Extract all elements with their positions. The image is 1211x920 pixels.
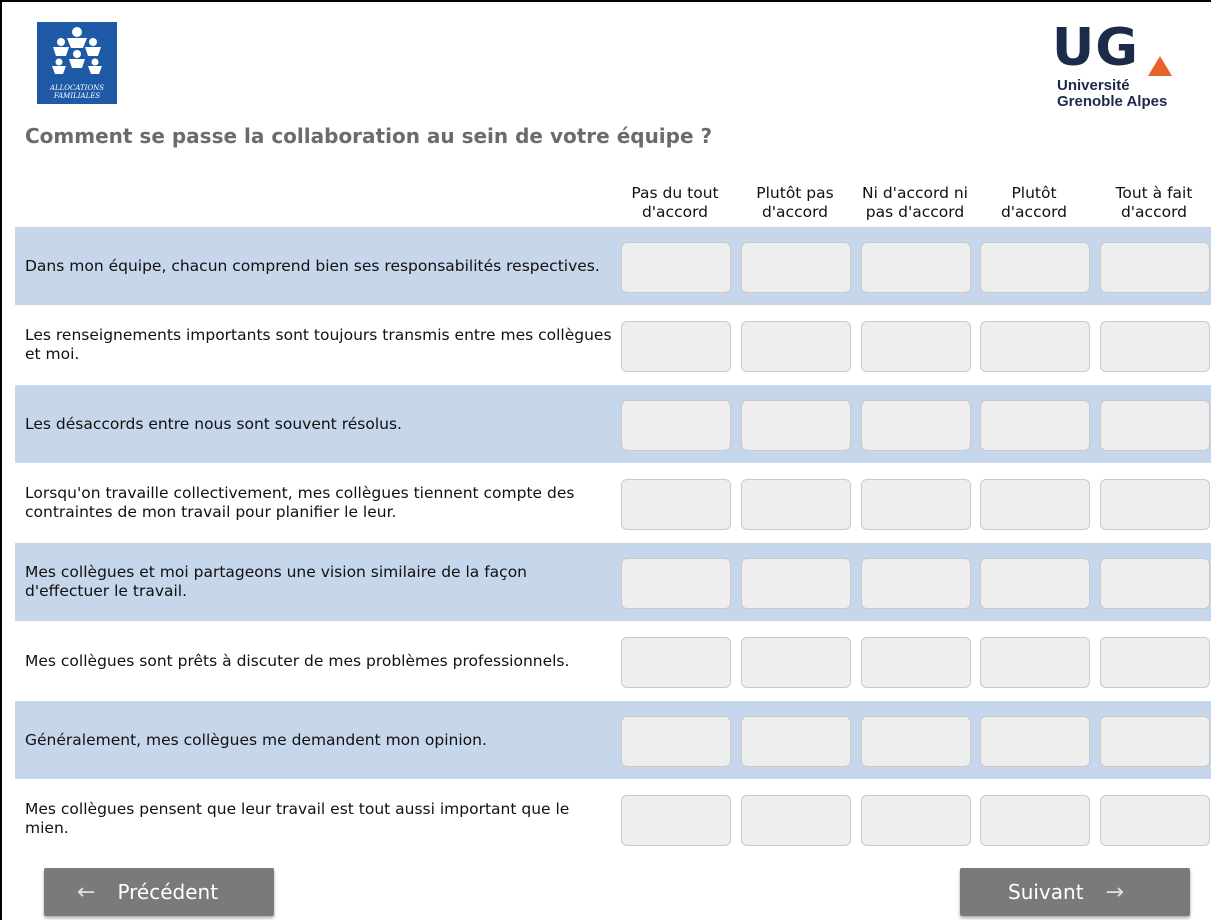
column-header-label: Plutôt pas d'accord [756,184,834,221]
choice-tout-a-fait-daccord[interactable] [1100,400,1210,451]
column-header: Pas du tout d'accord [620,160,730,222]
choice-plutot-pas-daccord[interactable] [741,637,851,688]
choice-plutot-daccord[interactable] [980,479,1090,530]
column-header-label: Tout à fait d'accord [1115,184,1193,221]
choice-tout-a-fait-daccord[interactable] [1100,637,1210,688]
row-statement: Lorsqu'on travaille collectivement, mes … [25,484,575,521]
choice-plutot-pas-daccord[interactable] [741,321,851,372]
row-statement: Généralement, mes collègues me demandent… [25,730,487,749]
row-statement: Mes collègues sont prêts à discuter de m… [25,651,570,670]
choice-plutot-pas-daccord[interactable] [741,400,851,451]
caf-logo: ALLOCATIONS FAMILIALES [37,22,117,104]
question-row: Les renseignements importants sont toujo… [15,306,1211,384]
choice-pas-du-tout-daccord[interactable] [621,242,731,293]
choice-tout-a-fait-daccord[interactable] [1100,716,1210,767]
caf-logo-text-1: ALLOCATIONS [49,84,105,92]
choice-ni-daccord-ni-pas-daccord[interactable] [861,637,971,688]
column-header-label: Ni d'accord ni pas d'accord [862,184,968,221]
choice-plutot-pas-daccord[interactable] [741,795,851,846]
column-header: Plutôt d'accord [979,160,1089,222]
caf-figures-icon [52,27,102,74]
column-header: Ni d'accord ni pas d'accord [860,160,970,222]
choice-plutot-daccord[interactable] [980,716,1090,767]
column-header: Tout à fait d'accord [1099,160,1209,222]
row-statement: Dans mon équipe, chacun comprend bien se… [25,256,600,275]
choice-ni-daccord-ni-pas-daccord[interactable] [861,321,971,372]
choice-pas-du-tout-daccord[interactable] [621,558,731,609]
next-button-label: Suivant [1008,880,1084,904]
caf-logo-text-2: FAMILIALES [53,92,101,100]
choice-tout-a-fait-daccord[interactable] [1100,479,1210,530]
question-row: Mes collègues sont prêts à discuter de m… [15,622,1211,700]
arrow-left-icon: ← [77,879,96,905]
choice-tout-a-fait-daccord[interactable] [1100,795,1210,846]
question-row: Lorsqu'on travaille collectivement, mes … [15,464,1211,542]
choice-pas-du-tout-daccord[interactable] [621,795,731,846]
choice-ni-daccord-ni-pas-daccord[interactable] [861,400,971,451]
uga-logo-letters: UG [1052,18,1139,78]
choice-plutot-daccord[interactable] [980,558,1090,609]
row-statement: Mes collègues et moi partageons une visi… [25,563,528,600]
choice-ni-daccord-ni-pas-daccord[interactable] [861,795,971,846]
arrow-right-icon: → [1105,879,1124,905]
choice-tout-a-fait-daccord[interactable] [1100,558,1210,609]
previous-button-label: Précédent [117,880,219,904]
row-statement: Les désaccords entre nous sont souvent r… [25,414,402,433]
choice-plutot-daccord[interactable] [980,321,1090,372]
question-row: Généralement, mes collègues me demandent… [15,701,1211,779]
column-header: Plutôt pas d'accord [740,160,850,222]
choice-pas-du-tout-daccord[interactable] [621,637,731,688]
choice-pas-du-tout-daccord[interactable] [621,321,731,372]
question-row: Les désaccords entre nous sont souvent r… [15,385,1211,463]
column-header-label: Plutôt d'accord [1000,184,1068,221]
row-statement: Les renseignements importants sont toujo… [25,326,612,363]
choice-plutot-daccord[interactable] [980,637,1090,688]
choice-plutot-pas-daccord[interactable] [741,716,851,767]
choice-ni-daccord-ni-pas-daccord[interactable] [861,479,971,530]
uga-logo-line-2: Grenoble Alpes [1057,93,1168,110]
choice-pas-du-tout-daccord[interactable] [621,479,731,530]
choice-ni-daccord-ni-pas-daccord[interactable] [861,558,971,609]
choice-plutot-daccord[interactable] [980,242,1090,293]
uga-triangle-icon [1148,56,1172,76]
column-header-label: Pas du tout d'accord [631,184,719,221]
choice-plutot-daccord[interactable] [980,795,1090,846]
choice-plutot-pas-daccord[interactable] [741,479,851,530]
question-row: Mes collègues et moi partageons une visi… [15,543,1211,621]
choice-ni-daccord-ni-pas-daccord[interactable] [861,716,971,767]
question-row: Dans mon équipe, chacun comprend bien se… [15,227,1211,305]
choice-pas-du-tout-daccord[interactable] [621,716,731,767]
previous-button[interactable]: ← Précédent [44,868,274,916]
choice-tout-a-fait-daccord[interactable] [1100,321,1210,372]
choice-tout-a-fait-daccord[interactable] [1100,242,1210,293]
choice-plutot-pas-daccord[interactable] [741,558,851,609]
choice-pas-du-tout-daccord[interactable] [621,400,731,451]
row-statement: Mes collègues pensent que leur travail e… [25,800,570,837]
choice-ni-daccord-ni-pas-daccord[interactable] [861,242,971,293]
uga-logo-line-1: Université [1057,77,1130,94]
question-row: Mes collègues pensent que leur travail e… [15,780,1211,858]
choice-plutot-daccord[interactable] [980,400,1090,451]
question-title: Comment se passe la collaboration au sei… [25,124,713,148]
next-button[interactable]: Suivant → [960,868,1190,916]
choice-plutot-pas-daccord[interactable] [741,242,851,293]
uga-logo: UG Université Grenoble Alpes [1052,20,1202,120]
